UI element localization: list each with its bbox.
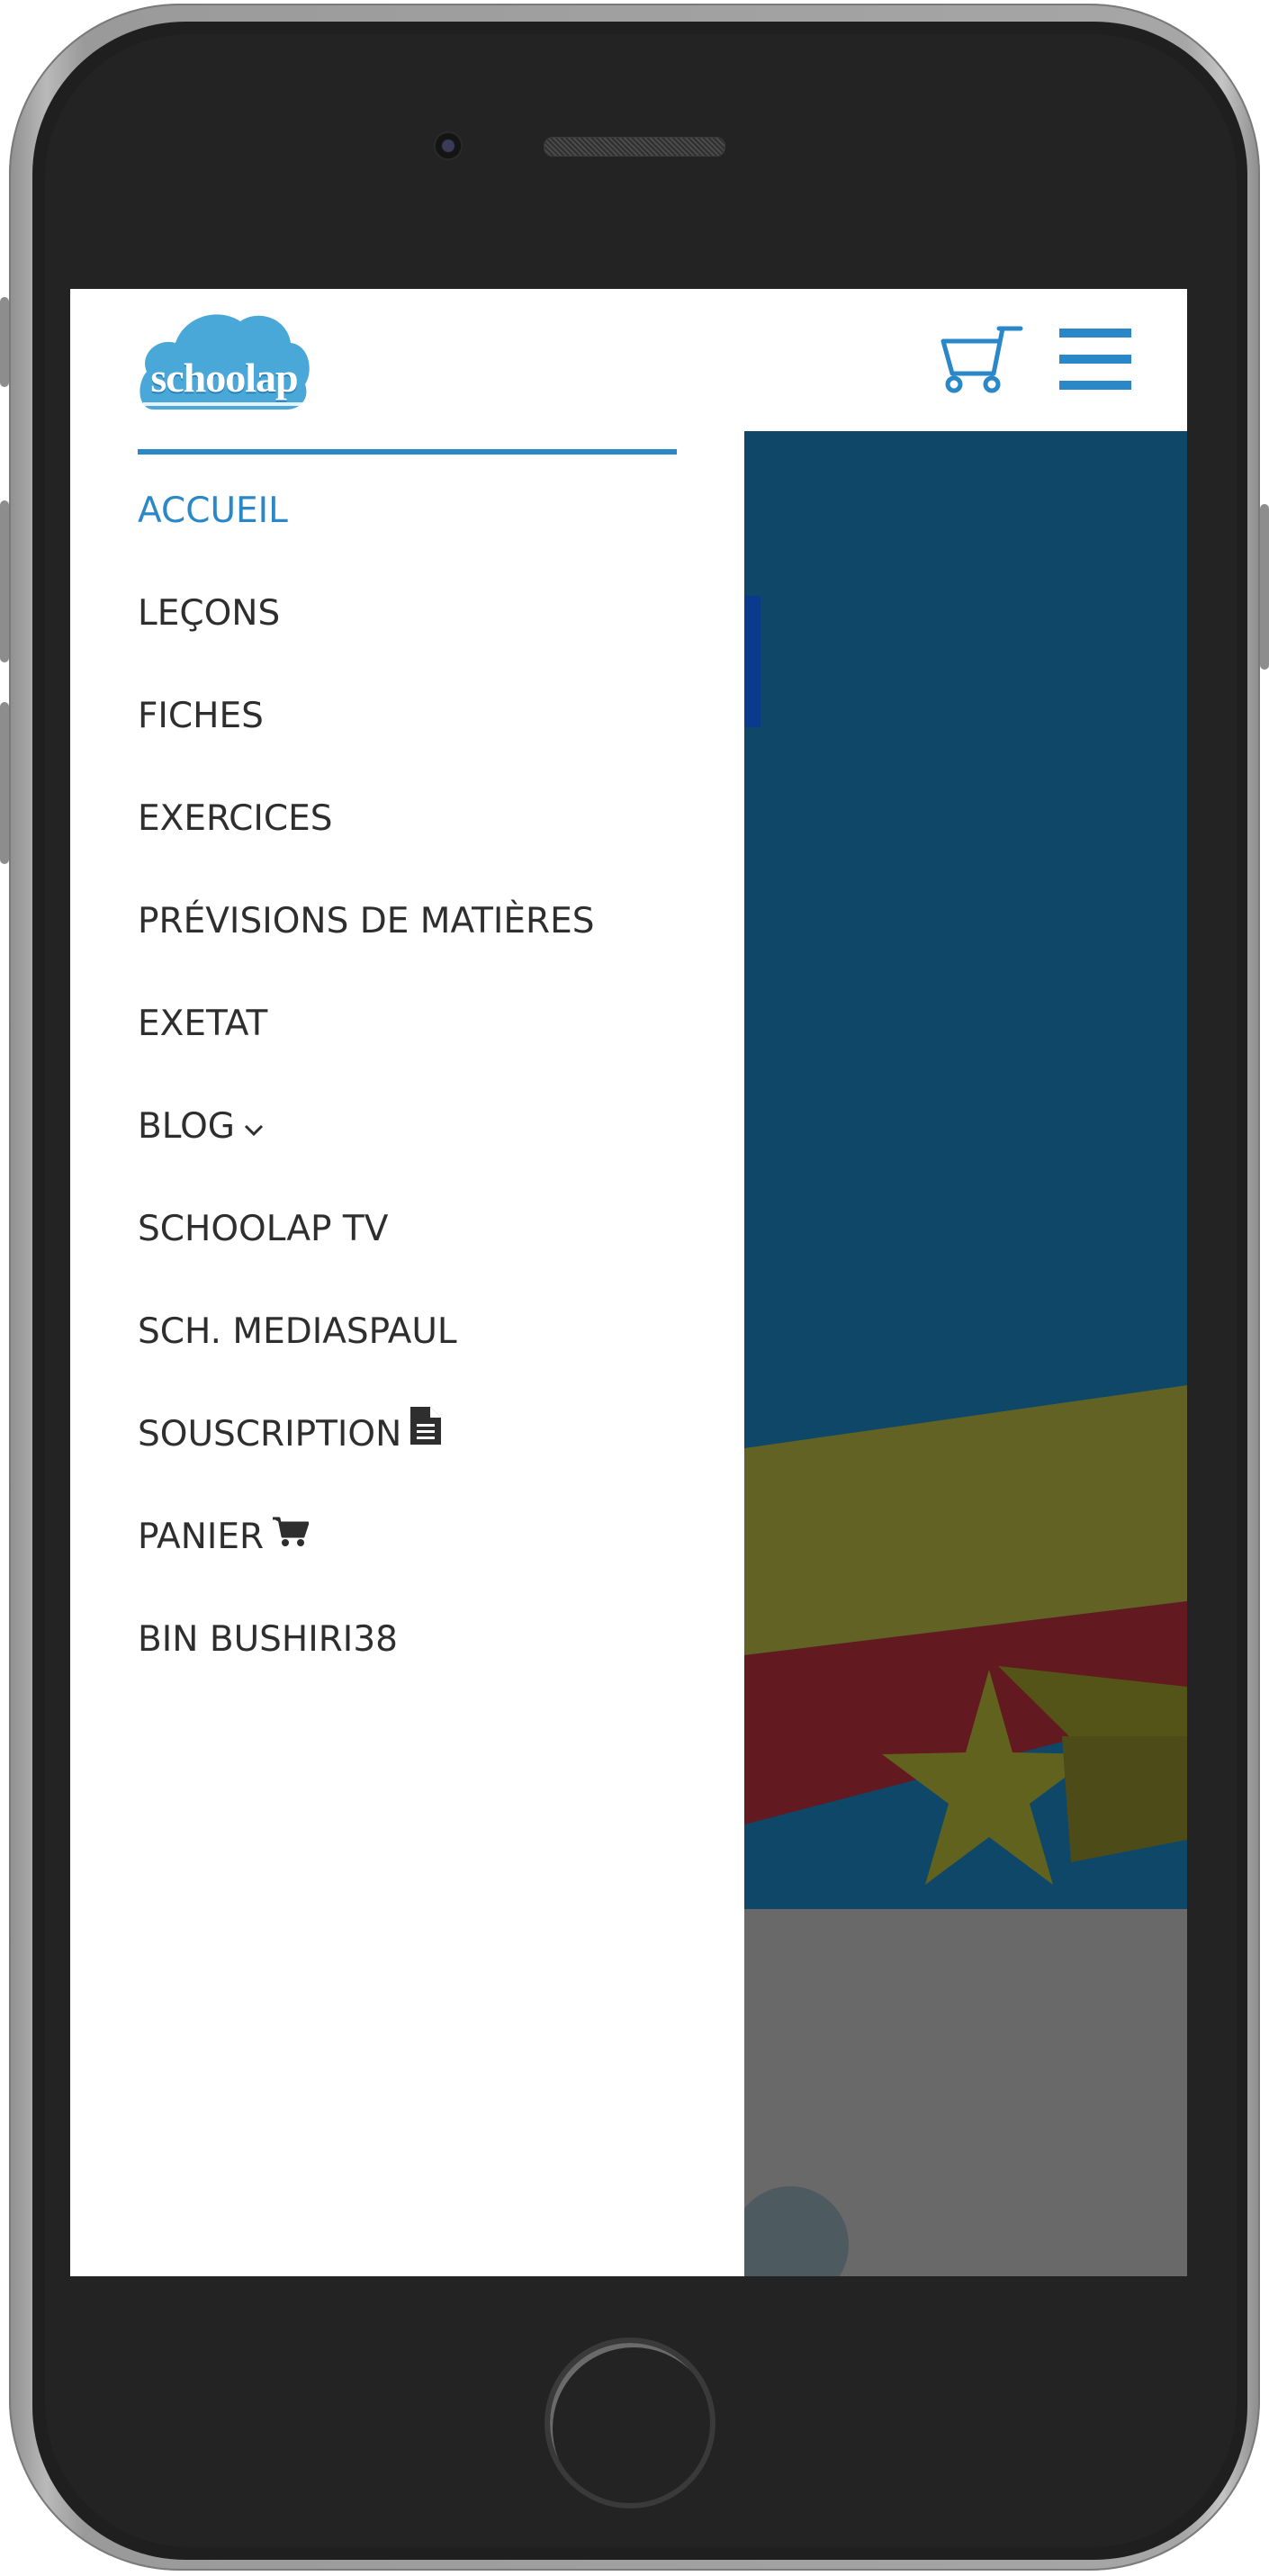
volume-down-button <box>0 702 9 864</box>
menu-item-exetat[interactable]: EXETAT <box>138 997 267 1051</box>
screen: schoolap ACCUEIL LEÇONS FICHES EXERCICES… <box>70 289 1187 2276</box>
menu-item-souscription[interactable]: SOUSCRIPTION <box>138 1406 442 1462</box>
shopping-cart-icon <box>940 326 1023 393</box>
side-drawer-menu: ACCUEIL LEÇONS FICHES EXERCICES PRÉVISIO… <box>70 431 744 2276</box>
menu-item-user-account[interactable]: BIN BUSHIRI38 <box>138 1613 398 1667</box>
menu-item-previsions[interactable]: PRÉVISIONS DE MATIÈRES <box>138 895 595 949</box>
menu-item-label: BLOG <box>138 1106 236 1147</box>
earpiece-speaker <box>544 137 725 157</box>
logo-wordmark: schoolap <box>150 355 298 401</box>
schoolap-logo[interactable]: schoolap <box>136 302 312 413</box>
volume-up-button <box>0 500 9 662</box>
menu-item-accueil[interactable]: ACCUEIL <box>138 484 288 538</box>
menu-bar <box>1059 381 1131 390</box>
silent-switch <box>0 297 9 387</box>
menu-item-schoolap-tv[interactable]: SCHOOLAP TV <box>138 1202 388 1256</box>
menu-item-label: SCH. MEDIASPAUL <box>138 1311 457 1352</box>
menu-bar <box>1059 355 1131 364</box>
active-indicator-line <box>138 449 677 455</box>
menu-item-label: EXERCICES <box>138 798 333 839</box>
document-icon <box>410 1406 442 1461</box>
menu-item-lecons[interactable]: LEÇONS <box>138 587 280 641</box>
home-button[interactable] <box>544 2337 716 2508</box>
shopping-cart-icon <box>273 1509 310 1563</box>
menu-bar <box>1059 329 1131 338</box>
menu-item-blog[interactable]: BLOG <box>138 1100 264 1154</box>
menu-item-label: EXETAT <box>138 1004 268 1044</box>
menu-item-exercices[interactable]: EXERCICES <box>138 792 333 846</box>
menu-item-label: LEÇONS <box>138 593 281 634</box>
menu-item-label: SCHOOLAP TV <box>138 1209 389 1249</box>
menu-item-label: BIN BUSHIRI38 <box>138 1619 398 1660</box>
menu-item-fiches[interactable]: FICHES <box>138 689 264 743</box>
device-frame: schoolap ACCUEIL LEÇONS FICHES EXERCICES… <box>0 0 1269 2576</box>
site-header: schoolap <box>70 289 1187 431</box>
menu-item-label: ACCUEIL <box>138 491 288 531</box>
front-camera <box>434 131 463 160</box>
menu-item-label: SOUSCRIPTION <box>138 1414 402 1455</box>
menu-item-label: PANIER <box>138 1517 265 1557</box>
menu-item-mediaspaul[interactable]: SCH. MEDIASPAUL <box>138 1305 457 1359</box>
menu-item-label: PRÉVISIONS DE MATIÈRES <box>138 901 595 941</box>
hamburger-menu-button[interactable] <box>1059 329 1131 390</box>
menu-item-label: FICHES <box>138 696 264 736</box>
menu-item-panier[interactable]: PANIER <box>138 1509 310 1564</box>
header-cart-button[interactable] <box>938 325 1026 397</box>
chevron-down-icon <box>244 1099 264 1153</box>
power-button <box>1260 504 1269 670</box>
